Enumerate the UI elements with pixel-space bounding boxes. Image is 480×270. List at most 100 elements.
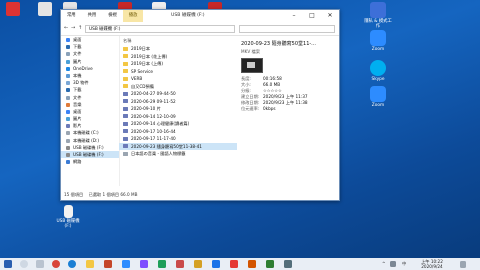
file-row[interactable]: 自又CD預備 xyxy=(119,83,237,90)
nav-item[interactable]: 本機磁碟 (C:) xyxy=(61,129,119,136)
tab-home[interactable]: 常用 xyxy=(61,10,82,22)
nav-item[interactable]: 圖片 xyxy=(61,115,119,122)
top-app-icon[interactable] xyxy=(38,2,52,16)
drive-icon xyxy=(66,138,70,143)
app-icon[interactable] xyxy=(266,260,274,268)
file-row[interactable]: VERB xyxy=(119,75,237,82)
nav-item[interactable]: 影片 xyxy=(61,122,119,129)
network-icon[interactable] xyxy=(390,261,396,267)
file-row[interactable]: 2019日本 (上傳) xyxy=(119,60,237,67)
task-view-icon[interactable] xyxy=(36,260,44,268)
file-row[interactable]: 2019日本 (花上傳) xyxy=(119,53,237,60)
desktop-shortcut-label: USB 磁碟機 (F:) xyxy=(56,219,80,229)
file-row[interactable]: 2020-09-14 12-10-09 xyxy=(119,113,237,120)
nav-item[interactable]: USB 磁碟機 (F:) xyxy=(61,144,119,151)
search-icon[interactable] xyxy=(20,260,28,268)
start-icon[interactable] xyxy=(4,260,12,268)
tab-share[interactable]: 共用 xyxy=(82,10,103,22)
file-row[interactable]: 2020-09-17 10-16-44 xyxy=(119,128,237,135)
minimize-button[interactable]: – xyxy=(285,10,303,22)
file-list: 名稱 2019日本 2019日本 (花上傳) 2019日本 (上傳) SP Servi… xyxy=(119,36,237,186)
nav-item[interactable]: 文件 xyxy=(61,50,119,57)
maximize-button[interactable]: □ xyxy=(303,10,321,22)
file-row[interactable]: 2019日本 xyxy=(119,45,237,52)
nav-item[interactable]: 文件 xyxy=(61,94,119,101)
desktop-shortcut[interactable]: Skype xyxy=(364,60,392,82)
app-icon[interactable] xyxy=(194,260,202,268)
chrome-icon[interactable] xyxy=(52,260,60,268)
window-title: USB 磁碟機 (F:) xyxy=(171,13,205,18)
app-icon[interactable] xyxy=(284,260,292,268)
file-row[interactable]: 2020-06-29 09-11-52 xyxy=(119,98,237,105)
nav-item[interactable]: 桌面 xyxy=(61,108,119,115)
nav-item-label: USB 磁碟機 (F:) xyxy=(73,152,104,157)
nav-item-label: 本機磁碟 (D:) xyxy=(73,137,99,143)
top-app-icon[interactable] xyxy=(6,2,20,16)
nav-item[interactable]: 圖片 xyxy=(61,58,119,65)
app-icon[interactable] xyxy=(140,260,148,268)
file-name: 2020-09-23 隨身聽寫50堂11-38-41 xyxy=(131,143,202,149)
input-language-indicator[interactable]: 中 xyxy=(402,258,406,270)
usb-drive-desktop-icon[interactable]: USB 磁碟機 (F:) xyxy=(54,205,82,229)
nav-item[interactable]: 本機 xyxy=(61,72,119,79)
desktop-shortcut[interactable]: Zoom xyxy=(364,30,392,52)
tab-view[interactable]: 檢視 xyxy=(102,10,123,22)
powerpoint-icon[interactable] xyxy=(104,260,112,268)
nav-item-label: 桌面 xyxy=(73,37,82,42)
folder-icon[interactable] xyxy=(86,260,94,268)
property-value: 0kbps xyxy=(263,106,276,111)
nav-item[interactable]: 下載 xyxy=(61,43,119,50)
file-explorer-window[interactable]: 常用 共用 檢視 播放 USB 磁碟機 (F:) – □ ✕ ← → ↑ USB… xyxy=(60,9,340,201)
file-row-selected[interactable]: 2020-09-23 隨身聽寫50堂11-38-41 xyxy=(119,142,237,150)
nav-item[interactable]: OneDrive xyxy=(61,65,119,72)
file-row[interactable]: 2020-09-10 片 xyxy=(119,105,237,112)
property-value: ☆☆☆☆☆ xyxy=(263,88,282,93)
back-arrow-icon[interactable]: ← xyxy=(64,25,68,31)
app-icon[interactable] xyxy=(212,260,220,268)
edge-icon[interactable] xyxy=(68,260,76,268)
up-arrow-icon[interactable]: ↑ xyxy=(78,25,82,31)
nav-item-selected[interactable]: USB 磁碟機 (F:) xyxy=(61,151,119,159)
desktop-shortcut[interactable]: Zoom xyxy=(364,86,392,108)
name-column-header[interactable]: 名稱 xyxy=(123,38,131,44)
property-value: 2020/9/23 上午 11:38 xyxy=(263,100,308,105)
app-icon[interactable] xyxy=(230,260,238,268)
file-row[interactable]: SP Service xyxy=(119,68,237,75)
document-icon xyxy=(66,95,70,100)
zoom-icon xyxy=(370,86,386,102)
desktop-shortcut[interactable]: 隱私 & 模式工作 xyxy=(364,2,392,29)
address-bar[interactable]: USB 磁碟機 (F:) xyxy=(85,25,235,33)
system-clock[interactable]: 上午 10:22 2020/9/24 xyxy=(414,259,450,269)
file-row[interactable]: 2020-04-27 09-44-50 xyxy=(119,90,237,97)
close-button[interactable]: ✕ xyxy=(321,10,339,22)
title-bar[interactable]: 常用 共用 檢視 播放 USB 磁碟機 (F:) – □ ✕ xyxy=(61,10,339,22)
nav-item[interactable]: 本機磁碟 (D:) xyxy=(61,137,119,144)
app-icon[interactable] xyxy=(122,260,130,268)
app-icon[interactable] xyxy=(248,260,256,268)
nav-item[interactable]: 3D 物件 xyxy=(61,79,119,86)
picture-icon xyxy=(66,59,70,64)
details-pane: 2020-09-23 隨身聽寫50堂11-... MKV 檔案 長度: 00:16… xyxy=(241,40,337,190)
file-name: 日本語の音楽 - 國語人物標籤 xyxy=(131,151,186,156)
nav-item-label: 圖片 xyxy=(73,116,82,122)
search-input[interactable] xyxy=(239,25,335,33)
file-name: 2019日本 xyxy=(131,46,151,51)
app-icon[interactable] xyxy=(176,260,184,268)
video-file-icon xyxy=(123,121,128,126)
file-row[interactable]: 2020-09-17 11-17-40 xyxy=(119,135,237,142)
usb-drive-icon xyxy=(66,153,70,157)
nav-item[interactable]: 網路 xyxy=(61,158,119,165)
notification-icon[interactable] xyxy=(460,260,466,268)
nav-item[interactable]: 桌面 xyxy=(61,36,119,43)
file-row[interactable]: 日本語の音楽 - 國語人物標籤 xyxy=(119,150,237,157)
tray-overflow-icon[interactable]: ^ xyxy=(382,258,386,270)
folder-icon xyxy=(123,46,128,51)
app-icon[interactable] xyxy=(158,260,166,268)
nav-item[interactable]: 音樂 xyxy=(61,101,119,108)
nav-item[interactable]: 下載 xyxy=(61,86,119,93)
forward-arrow-icon[interactable]: → xyxy=(71,25,75,31)
file-row[interactable]: 2020-09-14 心理健康(讀者篇) xyxy=(119,120,237,127)
nav-item-label: 文件 xyxy=(73,51,82,57)
tab-play[interactable]: 播放 xyxy=(122,10,144,22)
usb-drive-icon xyxy=(66,145,70,150)
